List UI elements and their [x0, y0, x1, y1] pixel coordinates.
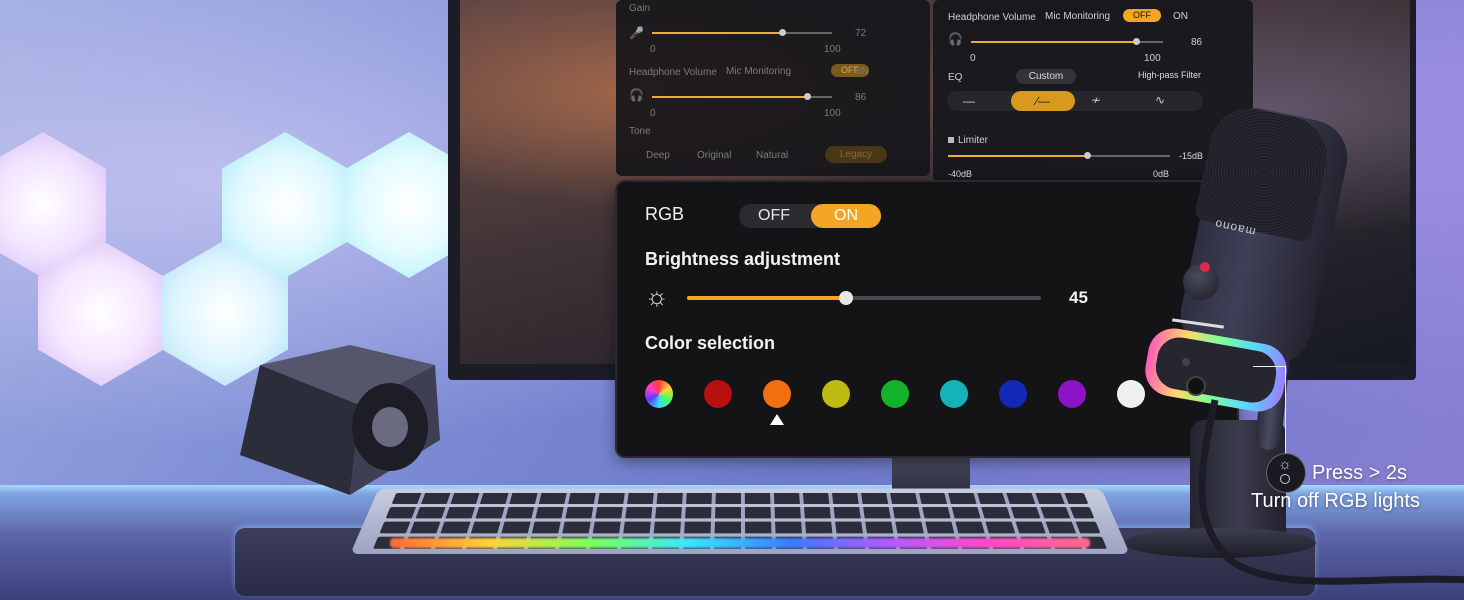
tone-option-legacy[interactable]: Legacy: [825, 146, 887, 163]
brightness-slider[interactable]: [687, 291, 1041, 305]
headphone-slider-right[interactable]: [971, 38, 1163, 45]
high-pass-eq-icon[interactable]: ∕—: [1011, 91, 1075, 111]
presence-eq-icon[interactable]: ≁: [1091, 93, 1101, 107]
limiter-slider-fill: [948, 155, 1087, 157]
eq-label: EQ: [948, 72, 963, 83]
color-swatch-1428b8[interactable]: [999, 380, 1027, 408]
limiter-slider[interactable]: [948, 152, 1170, 159]
brightness-slider-knob[interactable]: [839, 291, 854, 305]
headphone-slider-knob[interactable]: [803, 93, 811, 100]
settings-panel-right: Headphone Volume Mic Monitoring OFF ON 🎧…: [933, 0, 1253, 182]
light-icon: ☼: [1278, 456, 1292, 473]
eq-mode[interactable]: Custom: [1016, 69, 1076, 84]
rgb-toggle[interactable]: OFF ON: [739, 204, 881, 228]
tone-label: Tone: [629, 126, 651, 137]
rgb-button-callout: ☼: [1267, 454, 1305, 492]
headphone-max-right: 100: [1144, 53, 1161, 64]
gain-min: 0: [650, 44, 656, 55]
headphone-slider[interactable]: [652, 93, 832, 100]
key-row-3: [379, 521, 1101, 534]
rgb-off-option[interactable]: OFF: [739, 204, 809, 228]
mic-monitoring-label: Mic Monitoring: [726, 66, 792, 77]
headphone-min-right: 0: [970, 53, 976, 64]
headphone-max: 100: [824, 108, 841, 119]
brightness-slider-fill: [687, 296, 847, 300]
gain-slider-fill: [652, 32, 782, 34]
mic-monitoring-off-right[interactable]: OFF: [1123, 9, 1161, 22]
callout-line1: Press > 2s: [1312, 462, 1408, 484]
eq-filter-label: High-pass Filter: [1138, 70, 1202, 80]
color-swatch-8a14c6[interactable]: [1058, 380, 1086, 408]
headphone-slider-right-fill: [971, 41, 1137, 43]
selected-color-marker: [770, 414, 784, 425]
bass-eq-icon[interactable]: ∿: [1155, 93, 1165, 107]
rgb-label: RGB: [645, 204, 685, 224]
button-icon: [1280, 474, 1290, 484]
speaker: [240, 345, 440, 495]
brightness-value: 45: [1069, 288, 1088, 307]
color-swatch-f07010[interactable]: [763, 380, 791, 408]
limiter-checkbox[interactable]: [948, 137, 954, 143]
key-row-1: [391, 493, 1089, 504]
mic-icon: 🎤: [629, 26, 644, 40]
headphone-value: 86: [855, 92, 867, 103]
headphone-min: 0: [650, 108, 656, 119]
limiter-slider-knob[interactable]: [1083, 152, 1091, 159]
brightness-label: Brightness adjustment: [645, 249, 841, 269]
headphone-slider-fill: [652, 96, 807, 98]
color-swatch-14b22a[interactable]: [881, 380, 909, 408]
keyboard-rgb-strip: [390, 538, 1090, 548]
flat-eq-icon[interactable]: —: [963, 94, 975, 108]
headphone-volume-label: Headphone Volume: [629, 67, 717, 78]
limiter-value: -15dB: [1179, 151, 1204, 161]
color-swatch-c0bb12[interactable]: [822, 380, 850, 408]
headphone-volume-label-right: Headphone Volume: [948, 12, 1036, 23]
color-swatch-13b3b8[interactable]: [940, 380, 968, 408]
gain-slider-knob[interactable]: [778, 29, 786, 36]
rgb-button[interactable]: [1182, 358, 1190, 366]
brightness-sun-icon: ☼: [645, 281, 669, 311]
color-swatch-f0f0f0[interactable]: [1117, 380, 1145, 408]
headphone-icon: 🎧: [629, 88, 644, 102]
limiter-label: Limiter: [958, 135, 989, 146]
settings-panel-left: Gain 🎤 0 100 72 Headphone Volume Mic Mon…: [616, 0, 930, 176]
tone-option-original[interactable]: Original: [697, 150, 731, 161]
mic-monitoring-label-right: Mic Monitoring: [1045, 11, 1111, 22]
tone-option-deep[interactable]: Deep: [646, 150, 670, 161]
mic-monitoring-on-right[interactable]: ON: [1173, 11, 1188, 22]
callout-line: [1253, 366, 1286, 457]
mute-indicator: [1200, 262, 1210, 272]
limiter-max: 0dB: [1153, 169, 1170, 179]
headphone-slider-right-knob[interactable]: [1133, 38, 1141, 45]
gain-slider[interactable]: [652, 29, 832, 36]
gain-max: 100: [824, 44, 841, 55]
limiter-min: -40dB: [948, 169, 973, 179]
rgb-settings-panel: RGB OFF ON Brightness adjustment ☼ 45 Co…: [617, 182, 1237, 456]
headphone-icon-right: 🎧: [948, 32, 963, 46]
tone-option-natural[interactable]: Natural: [756, 150, 788, 161]
mic-monitoring-on[interactable]: ON: [854, 66, 869, 77]
gain-value: 72: [855, 28, 867, 39]
color-swatch-b80f10[interactable]: [704, 380, 732, 408]
rgb-on-option[interactable]: ON: [811, 204, 881, 228]
eq-filter-selector: — ∕— ≁ ∿: [947, 91, 1203, 111]
color-selection-label: Color selection: [645, 333, 776, 353]
gain-label: Gain: [629, 3, 651, 14]
key-row-2: [385, 507, 1095, 519]
callout-line2: Turn off RGB lights: [1251, 490, 1420, 512]
headphone-value-right: 86: [1191, 37, 1203, 48]
color-swatch-multicolor[interactable]: [645, 380, 673, 408]
